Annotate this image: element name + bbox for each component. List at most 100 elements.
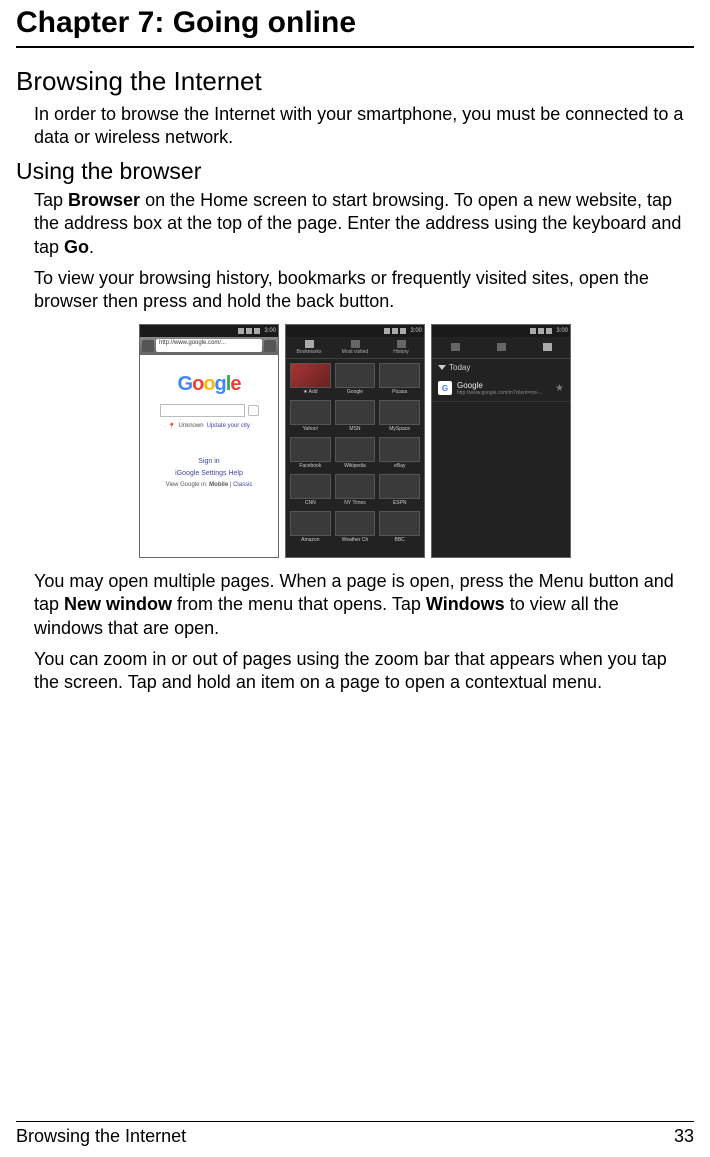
chevron-down-icon bbox=[438, 365, 446, 370]
star-icon bbox=[497, 343, 506, 351]
cell-label: NY Times bbox=[335, 499, 376, 507]
bold-browser: Browser bbox=[68, 190, 140, 210]
mic-icon bbox=[248, 405, 259, 416]
footer-links: iGoogle Settings Help bbox=[140, 470, 278, 477]
location-label: 📍 bbox=[168, 423, 175, 430]
thumb bbox=[335, 363, 376, 388]
signal-icon bbox=[238, 328, 244, 334]
history-tabs bbox=[432, 337, 570, 359]
text: from the menu that opens. Tap bbox=[172, 594, 426, 614]
url-bar: http://www.google.com/... bbox=[140, 337, 278, 355]
paragraph-2: To view your browsing history, bookmarks… bbox=[34, 267, 684, 314]
cell-label: Facebook bbox=[290, 462, 331, 470]
subsection-title: Using the browser bbox=[16, 158, 694, 185]
cell-label: ESPN bbox=[379, 499, 420, 507]
clock: 3:00 bbox=[556, 328, 568, 334]
grid-cell: eBay bbox=[379, 437, 420, 470]
thumb bbox=[335, 437, 376, 462]
thumb bbox=[379, 511, 420, 536]
thumb bbox=[379, 474, 420, 499]
clock-icon bbox=[397, 340, 406, 348]
thumb bbox=[379, 400, 420, 425]
cell-label: Picasa bbox=[379, 388, 420, 396]
grid-cell: BBC bbox=[379, 511, 420, 544]
grid-cell: Google bbox=[335, 363, 376, 396]
thumb bbox=[290, 363, 331, 388]
clock: 3:00 bbox=[410, 328, 422, 334]
wifi-icon bbox=[246, 328, 252, 334]
bold-new-window: New window bbox=[64, 594, 172, 614]
thumb bbox=[379, 437, 420, 462]
tab-bookmarks bbox=[432, 337, 478, 358]
cell-label: Yahoo! bbox=[290, 425, 331, 433]
grid-cell: ★ Add bbox=[290, 363, 331, 396]
cell-label: MSN bbox=[335, 425, 376, 433]
stop-icon bbox=[264, 340, 276, 352]
history-url: http://www.google.com/m?client=ms-... bbox=[457, 390, 550, 396]
text: Tap bbox=[34, 190, 68, 210]
clock: 3:00 bbox=[264, 328, 276, 334]
star-icon bbox=[351, 340, 360, 348]
google-page: Google 📍 Unknown Update your city Sign i… bbox=[140, 355, 278, 558]
search-box bbox=[160, 404, 245, 417]
google-logo: Google bbox=[140, 373, 278, 396]
battery-icon bbox=[400, 328, 406, 334]
cell-label: ★ Add bbox=[290, 388, 331, 396]
location-value: Unknown bbox=[179, 423, 204, 430]
text: . bbox=[89, 237, 94, 257]
cell-label: MySpace bbox=[379, 425, 420, 433]
signal-icon bbox=[384, 328, 390, 334]
grid-cell: MySpace bbox=[379, 400, 420, 433]
cell-label: CNN bbox=[290, 499, 331, 507]
wifi-icon bbox=[538, 328, 544, 334]
history-section-header: Today bbox=[432, 359, 570, 376]
bookmark-icon bbox=[305, 340, 314, 348]
thumb bbox=[290, 437, 331, 462]
signin-link: Sign in bbox=[140, 458, 278, 465]
tab-history: History bbox=[378, 337, 424, 358]
status-bar: 3:00 bbox=[286, 325, 424, 337]
url-field: http://www.google.com/... bbox=[156, 339, 262, 352]
grid-cell: Yahoo! bbox=[290, 400, 331, 433]
favicon: G bbox=[438, 381, 452, 395]
tab-most-visited: Most visited bbox=[332, 337, 378, 358]
thumb bbox=[290, 474, 331, 499]
thumb bbox=[290, 400, 331, 425]
screenshot-history: 3:00 Today G Google http://www.google.co… bbox=[431, 324, 571, 558]
thumb bbox=[335, 400, 376, 425]
cell-label: Amazon bbox=[290, 536, 331, 544]
cell-label: eBay bbox=[379, 462, 420, 470]
cell-label: Wikipedia bbox=[335, 462, 376, 470]
screenshot-browser: 3:00 http://www.google.com/... Google 📍 … bbox=[139, 324, 279, 558]
grid-cell: MSN bbox=[335, 400, 376, 433]
cell-label: Weather Ch bbox=[335, 536, 376, 544]
location-action: Update your city bbox=[207, 423, 250, 430]
history-item: G Google http://www.google.com/m?client=… bbox=[432, 376, 570, 402]
status-bar: 3:00 bbox=[140, 325, 278, 337]
grid-cell: Amazon bbox=[290, 511, 331, 544]
bookmark-star-icon: ★ bbox=[555, 383, 564, 394]
grid-cell: NY Times bbox=[335, 474, 376, 507]
bookmark-icon bbox=[451, 343, 460, 351]
paragraph-4: You can zoom in or out of pages using th… bbox=[34, 648, 684, 695]
signal-icon bbox=[530, 328, 536, 334]
thumb bbox=[335, 474, 376, 499]
bold-go: Go bbox=[64, 237, 89, 257]
screenshot-row: 3:00 http://www.google.com/... Google 📍 … bbox=[16, 324, 694, 558]
page-footer: Browsing the Internet 33 bbox=[16, 1121, 694, 1147]
footer-section-name: Browsing the Internet bbox=[16, 1126, 186, 1147]
grid-cell: ESPN bbox=[379, 474, 420, 507]
grid-cell: Facebook bbox=[290, 437, 331, 470]
paragraph-3: You may open multiple pages. When a page… bbox=[34, 570, 684, 640]
wifi-icon bbox=[392, 328, 398, 334]
grid-cell: CNN bbox=[290, 474, 331, 507]
cell-label: Google bbox=[335, 388, 376, 396]
view-mode-line: View Google in: Mobile | Classic bbox=[140, 482, 278, 488]
intro-paragraph: In order to browse the Internet with you… bbox=[34, 103, 684, 150]
battery-icon bbox=[254, 328, 260, 334]
page-number: 33 bbox=[674, 1126, 694, 1147]
thumb bbox=[290, 511, 331, 536]
history-title: Google bbox=[457, 381, 550, 390]
bold-windows: Windows bbox=[426, 594, 505, 614]
chapter-title: Chapter 7: Going online bbox=[16, 0, 694, 48]
